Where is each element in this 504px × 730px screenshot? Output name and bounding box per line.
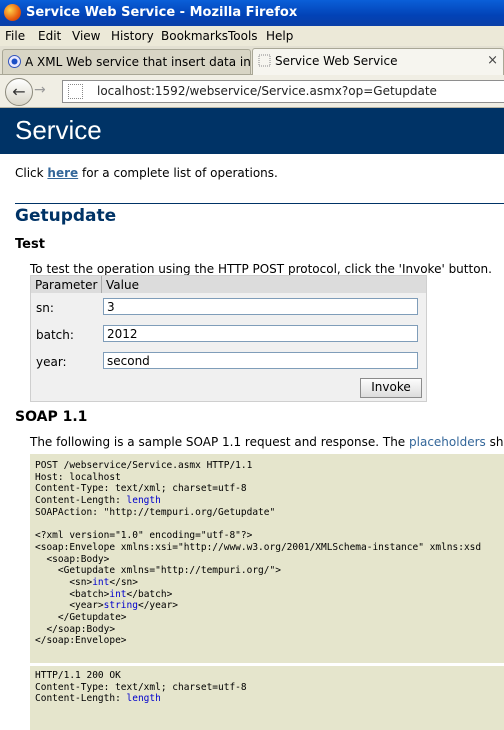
code-line: Content-Type: text/xml; charset=utf-8 [35,682,504,694]
code-text: Content-Length: [35,495,127,507]
soap-heading: SOAP 1.1 [15,409,88,425]
operation-title: Getupdate [15,206,117,226]
soap-desc-after: shown [489,435,504,449]
placeholder-token: int [109,588,127,600]
code-text: </sn> [109,576,138,588]
code-text: Content-Type: text/xml; charset=utf-8 [35,483,247,495]
test-form: Parameter Value sn: batch: year: Invoke [30,275,427,402]
code-line: <year>string</year> [35,600,504,612]
url-bar[interactable]: localhost:1592/webservice/Service.asmx?o… [62,80,504,103]
code-line: HTTP/1.1 200 OK [35,670,504,682]
code-line: <sn>int</sn> [35,577,504,589]
code-line: </Getupdate> [35,612,504,624]
tab-service-web-service[interactable]: Service Web Service × [252,48,504,75]
code-line: <soap:Body> [35,554,504,566]
code-text: </soap:Envelope> [35,635,127,647]
tab-bar: A XML Web service that insert data into … [0,46,504,75]
test-heading: Test [15,237,45,252]
form-header: Parameter Value [31,276,426,293]
placeholder-token: int [92,576,110,588]
code-line: Content-Length: length [35,495,504,507]
code-line: Content-Length: length [35,693,504,705]
menu-bookmarks[interactable]: Bookmarks [161,29,228,43]
code-line: POST /webservice/Service.asmx HTTP/1.1 [35,460,504,472]
soap-response-sample: HTTP/1.1 200 OK Content-Type: text/xml; c… [30,666,504,730]
intro-before: Click [15,166,48,180]
service-heading: Service [15,115,102,145]
code-text: <soap:Envelope xmlns:xsi="http://www.w3.… [35,541,482,553]
tab-xml-web-service[interactable]: A XML Web service that insert data into … [2,49,251,74]
menu-help[interactable]: Help [266,29,293,43]
back-button[interactable]: ← [5,78,33,106]
tab-label: A XML Web service that insert data into … [25,55,251,69]
page-header: Service [0,108,504,154]
code-text: Content-Length: [35,693,127,705]
firefox-page-icon [8,55,21,68]
code-text: <soap:Body> [35,553,110,565]
menu-edit[interactable]: Edit [38,29,61,43]
placeholder-token: string [103,600,138,612]
code-line: <soap:Envelope xmlns:xsi="http://www.w3.… [35,542,504,554]
code-text: </soap:Body> [35,623,116,635]
firefox-icon [4,4,21,21]
year-label: year: [36,355,67,369]
code-line: Content-Type: text/xml; charset=utf-8 [35,483,504,495]
value-column-header: Value [106,278,139,292]
navigation-bar: ← → localhost:1592/webservice/Service.as… [0,75,504,108]
window-title: Service Web Service - Mozilla Firefox [26,5,298,20]
code-line: <Getupdate xmlns="http://tempuri.org/"> [35,565,504,577]
sn-input[interactable] [103,298,418,315]
code-text: <batch> [35,588,110,600]
intro-text: Click here for a complete list of operat… [15,166,278,180]
code-text: </Getupdate> [35,611,127,623]
soap-desc-before: The following is a sample SOAP 1.1 reque… [30,435,410,449]
column-separator [101,276,102,293]
close-tab-icon[interactable]: × [487,53,498,68]
code-line: <batch>int</batch> [35,589,504,601]
menu-tools[interactable]: Tools [228,29,258,43]
batch-label: batch: [36,328,74,342]
code-line: <?xml version="1.0" encoding="utf-8"?> [35,530,504,542]
soap-description: The following is a sample SOAP 1.1 reque… [30,435,504,449]
window-title-bar[interactable]: Service Web Service - Mozilla Firefox [0,0,504,26]
soap-request-sample: POST /webservice/Service.asmx HTTP/1.1 Ho… [30,454,504,663]
batch-input[interactable] [103,325,418,342]
placeholder-token: length [126,693,161,705]
menu-history[interactable]: History [111,29,154,43]
url-text: localhost:1592/webservice/Service.asmx?o… [97,84,437,98]
code-line: </soap:Body> [35,624,504,636]
code-text: <Getupdate xmlns="http://tempuri.org/"> [35,565,281,577]
code-text: <sn> [35,576,93,588]
code-text: </year> [137,600,179,612]
code-line: </soap:Envelope> [35,635,504,647]
year-input[interactable] [103,352,418,369]
blank-page-icon [258,54,271,67]
test-description: To test the operation using the HTTP POS… [30,262,492,276]
placeholders-link[interactable]: placeholders [409,435,486,449]
tab-label: Service Web Service [275,54,398,68]
code-line: SOAPAction: "http://tempuri.org/Getupdat… [35,507,504,519]
code-text: POST /webservice/Service.asmx HTTP/1.1 [35,460,253,471]
code-text: Host: localhost [35,471,121,483]
invoke-button[interactable]: Invoke [360,378,422,398]
menu-view[interactable]: View [72,29,100,43]
placeholder-token: length [126,495,161,507]
operations-list-link[interactable]: here [47,166,78,180]
parameter-column-header: Parameter [35,278,98,292]
site-identity-icon[interactable] [68,84,83,99]
code-text: HTTP/1.1 200 OK [35,670,121,681]
code-text: <?xml version="1.0" encoding="utf-8"?> [35,530,253,542]
divider [15,203,504,204]
intro-after: for a complete list of operations. [78,166,278,180]
code-text: </batch> [126,588,173,600]
code-text: <year> [35,600,104,612]
code-text: SOAPAction: "http://tempuri.org/Getupdat… [35,506,276,518]
code-text: Content-Type: text/xml; charset=utf-8 [35,681,247,693]
menu-file[interactable]: File [5,29,25,43]
sn-label: sn: [36,301,54,315]
menu-bar: File Edit View History Bookmarks Tools H… [0,26,504,47]
code-line: Host: localhost [35,472,504,484]
forward-button[interactable]: → [34,82,46,98]
